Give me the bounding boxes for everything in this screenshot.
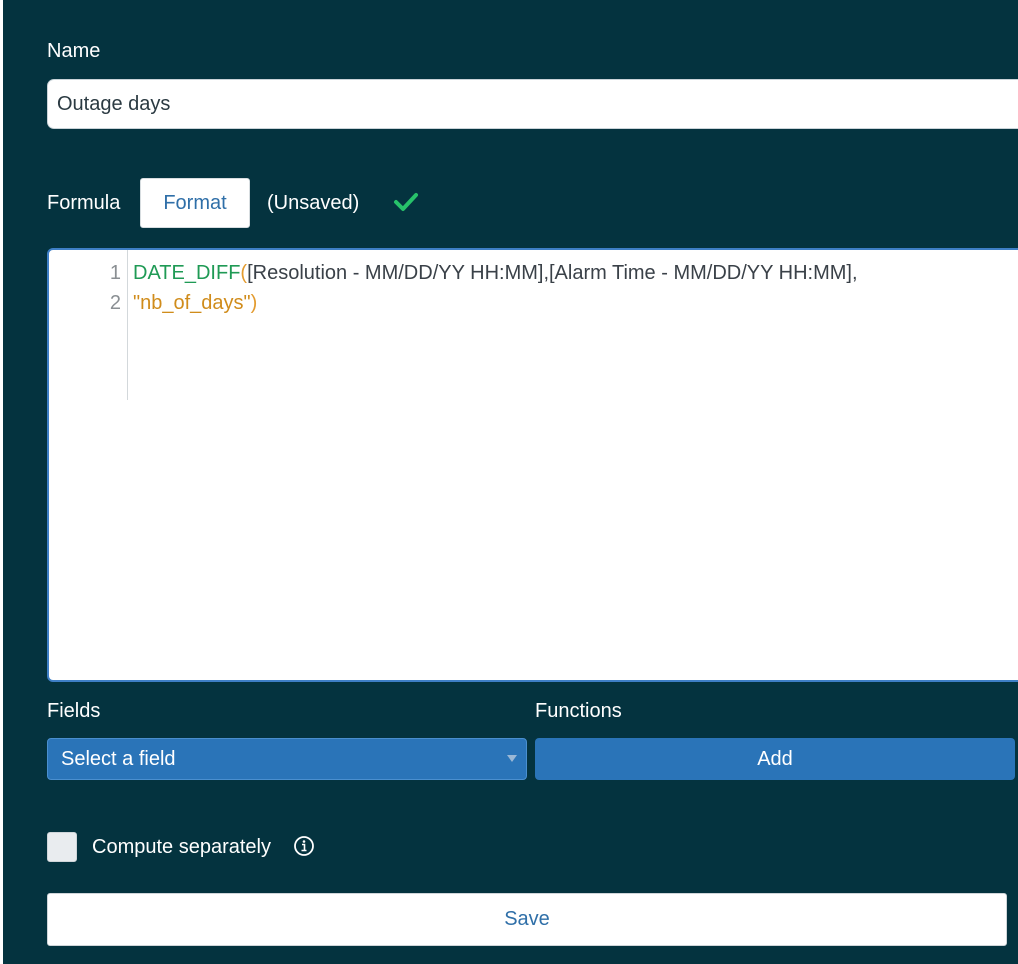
line-number: 2 [109, 292, 121, 314]
compute-separately-label: Compute separately [92, 836, 271, 858]
window-edge [0, 0, 3, 964]
chevron-down-icon [507, 755, 517, 762]
format-button[interactable]: Format [140, 178, 250, 228]
field-select-value: Select a field [61, 747, 176, 770]
fields-label: Fields [47, 700, 101, 722]
field-select[interactable]: Select a field [47, 738, 527, 780]
paren-token: ) [250, 292, 258, 314]
formula-label: Formula [47, 192, 121, 214]
formula-editor[interactable]: 1 2 DATE_DIFF([Resolution - MM/DD/YY HH:… [47, 248, 1018, 682]
code-line[interactable]: "nb_of_days") [133, 292, 257, 315]
line-number: 1 [109, 262, 121, 284]
add-button[interactable]: Add [535, 738, 1015, 780]
code-line[interactable]: DATE_DIFF([Resolution - MM/DD/YY HH:MM],… [133, 262, 858, 285]
argument-token: [Resolution - MM/DD/YY HH:MM],[Alarm Tim… [247, 262, 858, 284]
name-label: Name [47, 40, 101, 62]
unsaved-status: (Unsaved) [267, 192, 360, 214]
functions-label: Functions [535, 700, 622, 722]
compute-separately-checkbox[interactable] [47, 832, 77, 862]
name-input[interactable] [47, 79, 1018, 129]
save-button[interactable]: Save [47, 893, 1007, 946]
function-token: DATE_DIFF [133, 262, 241, 284]
info-icon[interactable] [293, 835, 315, 857]
line-number-gutter: 1 2 [49, 250, 128, 400]
string-token: "nb_of_days" [133, 292, 251, 314]
check-icon [394, 193, 418, 211]
